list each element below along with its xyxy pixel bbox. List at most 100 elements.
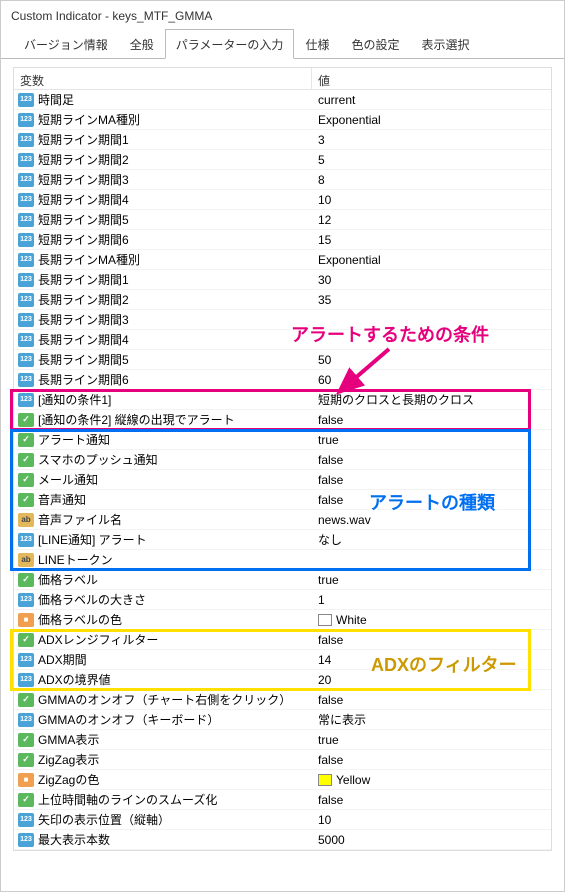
param-row[interactable]: 価格ラベルの大きさ1 [14, 590, 551, 610]
param-row[interactable]: ADXレンジフィルターfalse [14, 630, 551, 650]
color-swatch [318, 774, 332, 786]
param-row[interactable]: 長期ライン期間1 30 [14, 270, 551, 290]
param-name: ADX期間 [38, 651, 87, 668]
param-row[interactable]: アラート通知true [14, 430, 551, 450]
param-value[interactable]: false [312, 493, 551, 507]
param-row[interactable]: 時間足current [14, 90, 551, 110]
str-type-icon [18, 553, 34, 567]
param-value[interactable]: Exponential [312, 113, 551, 127]
param-value[interactable]: false [312, 413, 551, 427]
param-row[interactable]: 上位時間軸のラインのスムーズ化false [14, 790, 551, 810]
int-type-icon [18, 593, 34, 607]
tab-5[interactable]: 表示選択 [410, 29, 480, 59]
param-value[interactable]: 3 [312, 133, 551, 147]
param-row[interactable]: 音声ファイル名news.wav [14, 510, 551, 530]
param-value[interactable]: false [312, 633, 551, 647]
tab-0[interactable]: バージョン情報 [13, 29, 119, 59]
int-type-icon [18, 213, 34, 227]
param-row[interactable]: 短期ライン期間512 [14, 210, 551, 230]
param-value[interactable]: 1 [312, 593, 551, 607]
param-row[interactable]: LINEトークン [14, 550, 551, 570]
param-value[interactable]: 常に表示 [312, 711, 551, 728]
param-value[interactable]: 35 [312, 293, 551, 307]
param-row[interactable]: ADXの境界値20 [14, 670, 551, 690]
int-type-icon [18, 193, 34, 207]
param-row[interactable]: 長期ライン期間550 [14, 350, 551, 370]
param-name: 長期ライン期間1 [38, 271, 129, 288]
bool-type-icon [18, 793, 34, 807]
param-value[interactable]: false [312, 753, 551, 767]
param-row[interactable]: [LINE通知] アラートなし [14, 530, 551, 550]
param-value[interactable]: 50 [312, 353, 551, 367]
param-value[interactable]: 14 [312, 653, 551, 667]
tab-2[interactable]: パラメーターの入力 [165, 29, 295, 59]
param-row[interactable]: GMMA表示true [14, 730, 551, 750]
param-row[interactable]: 最大表示本数5000 [14, 830, 551, 850]
param-row[interactable]: 価格ラベルの色White [14, 610, 551, 630]
param-value[interactable]: Exponential [312, 253, 551, 267]
param-value[interactable]: true [312, 573, 551, 587]
param-value[interactable]: なし [312, 531, 551, 548]
param-row[interactable]: スマホのプッシュ通知false [14, 450, 551, 470]
param-row[interactable]: 短期ライン期間38 [14, 170, 551, 190]
param-value[interactable]: 8 [312, 173, 551, 187]
tab-1[interactable]: 全般 [119, 29, 165, 59]
param-row[interactable]: [通知の条件1]短期のクロスと長期のクロス [14, 390, 551, 410]
param-row[interactable]: 短期ライン期間13 [14, 130, 551, 150]
param-value-text: false [318, 413, 343, 427]
int-type-icon [18, 373, 34, 387]
param-row[interactable]: 長期ラインMA種別Exponential [14, 250, 551, 270]
int-type-icon [18, 653, 34, 667]
param-value[interactable]: true [312, 433, 551, 447]
param-row[interactable]: GMMAのオンオフ（チャート右側をクリック）false [14, 690, 551, 710]
param-row[interactable]: 音声通知false [14, 490, 551, 510]
int-type-icon [18, 113, 34, 127]
param-value-text: true [318, 433, 339, 447]
param-value[interactable]: 12 [312, 213, 551, 227]
param-value[interactable]: Yellow [312, 773, 551, 787]
param-name: 長期ライン期間2 [38, 291, 129, 308]
param-row[interactable]: 長期ライン期間3 [14, 310, 551, 330]
param-row[interactable]: 矢印の表示位置（縦軸）10 [14, 810, 551, 830]
param-row[interactable]: 長期ライン期間660 [14, 370, 551, 390]
param-value[interactable]: news.wav [312, 513, 551, 527]
param-value[interactable]: false [312, 693, 551, 707]
param-value-text: current [318, 93, 355, 107]
param-value[interactable]: current [312, 93, 551, 107]
param-value[interactable]: false [312, 793, 551, 807]
param-value[interactable]: 15 [312, 233, 551, 247]
param-value[interactable]: 60 [312, 373, 551, 387]
param-row[interactable]: GMMAのオンオフ（キーボード）常に表示 [14, 710, 551, 730]
param-value[interactable]: false [312, 473, 551, 487]
param-value-text: 10 [318, 813, 331, 827]
param-row[interactable]: [通知の条件2] 縦線の出現でアラートfalse [14, 410, 551, 430]
param-value[interactable]: 20 [312, 673, 551, 687]
param-row[interactable]: ZigZag表示false [14, 750, 551, 770]
param-value[interactable]: 10 [312, 813, 551, 827]
grid-header: 変数 値 [14, 68, 551, 90]
param-value[interactable]: White [312, 613, 551, 627]
param-row[interactable]: 長期ライン期間2 35 [14, 290, 551, 310]
tab-3[interactable]: 仕様 [294, 29, 340, 59]
param-value-text: 50 [318, 353, 331, 367]
param-row[interactable]: 価格ラベルtrue [14, 570, 551, 590]
param-row[interactable]: 短期ライン期間410 [14, 190, 551, 210]
tab-4[interactable]: 色の設定 [340, 29, 410, 59]
param-row[interactable]: メール通知false [14, 470, 551, 490]
int-type-icon [18, 673, 34, 687]
param-value[interactable]: 10 [312, 193, 551, 207]
param-row[interactable]: 短期ライン期間615 [14, 230, 551, 250]
param-row[interactable]: ADX期間 14 [14, 650, 551, 670]
param-value[interactable]: true [312, 733, 551, 747]
param-value[interactable]: 短期のクロスと長期のクロス [312, 391, 551, 408]
param-row[interactable]: 長期ライン期間4 [14, 330, 551, 350]
param-value[interactable]: 30 [312, 273, 551, 287]
param-row[interactable]: 短期ライン期間25 [14, 150, 551, 170]
param-value[interactable]: 5 [312, 153, 551, 167]
param-value[interactable]: 5000 [312, 833, 551, 847]
int-type-icon [18, 713, 34, 727]
param-value-text: 5000 [318, 833, 345, 847]
param-row[interactable]: 短期ラインMA種別Exponential [14, 110, 551, 130]
param-value[interactable]: false [312, 453, 551, 467]
param-row[interactable]: ZigZagの色Yellow [14, 770, 551, 790]
